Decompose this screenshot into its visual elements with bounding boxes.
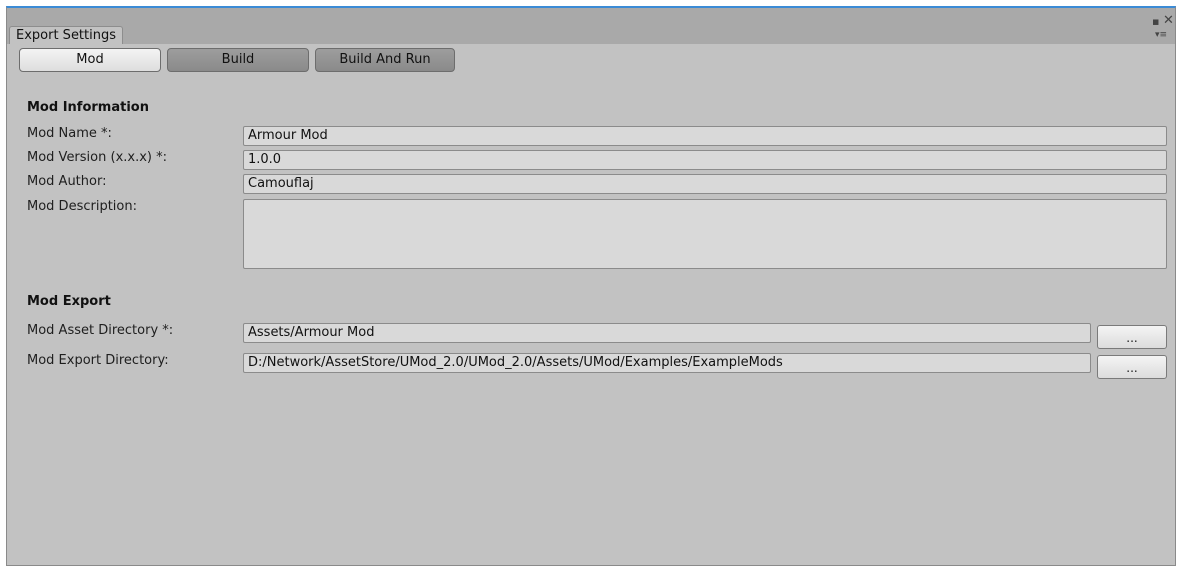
- mod-export-heading: Mod Export: [27, 294, 111, 309]
- mod-description-label: Mod Description:: [27, 199, 137, 214]
- content-area: Mod Build Build And Run Mod Information …: [9, 44, 1173, 563]
- close-icon[interactable]: ✕: [1163, 14, 1174, 27]
- export-settings-window: Export Settings ▪ ✕ ▾≡ Mod Build Build A…: [6, 6, 1176, 566]
- maximize-icon[interactable]: ▪: [1152, 16, 1159, 27]
- mod-version-label: Mod Version (x.x.x) *:: [27, 150, 167, 165]
- mod-version-field[interactable]: 1.0.0: [243, 150, 1167, 170]
- export-directory-browse-button[interactable]: ...: [1097, 355, 1167, 379]
- mod-author-field[interactable]: Camouflaj: [243, 174, 1167, 194]
- mod-name-field[interactable]: Armour Mod: [243, 126, 1167, 146]
- asset-directory-browse-button[interactable]: ...: [1097, 325, 1167, 349]
- tab-export-settings[interactable]: Export Settings: [9, 26, 124, 45]
- menu-icon[interactable]: ▾≡: [1155, 30, 1167, 41]
- mod-description-field[interactable]: [243, 199, 1167, 269]
- mod-author-label: Mod Author:: [27, 174, 107, 189]
- mod-asset-directory-field[interactable]: Assets/Armour Mod: [243, 323, 1091, 343]
- mod-asset-directory-label: Mod Asset Directory *:: [27, 323, 174, 338]
- mod-information-heading: Mod Information: [27, 100, 149, 115]
- mod-export-directory-label: Mod Export Directory:: [27, 353, 169, 368]
- tab-bar: Export Settings ▪ ✕ ▾≡: [7, 8, 1175, 45]
- build-button[interactable]: Build: [167, 48, 309, 72]
- mod-export-directory-field[interactable]: D:/Network/AssetStore/UMod_2.0/UMod_2.0/…: [243, 353, 1091, 373]
- mod-button[interactable]: Mod: [19, 48, 161, 72]
- build-and-run-button[interactable]: Build And Run: [315, 48, 455, 72]
- mod-name-label: Mod Name *:: [27, 126, 112, 141]
